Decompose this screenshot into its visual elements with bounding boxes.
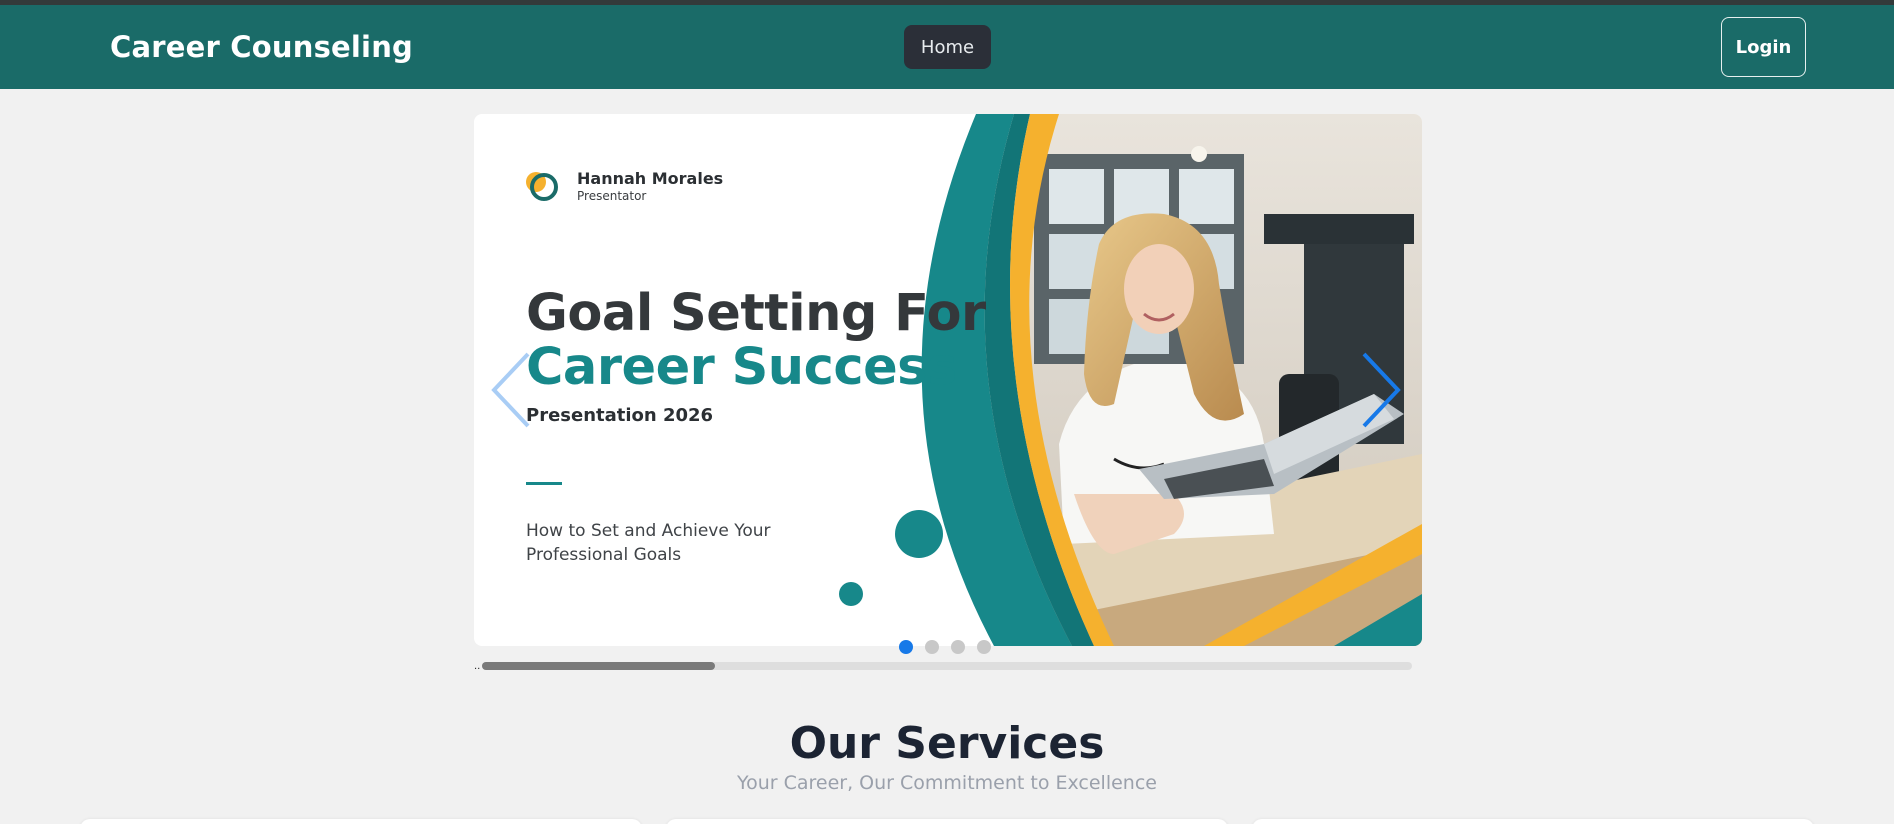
service-card[interactable]	[1252, 819, 1814, 824]
slide-description: How to Set and Achieve Your Professional…	[526, 521, 771, 565]
chevron-right-icon[interactable]	[1358, 350, 1402, 430]
slide-title-line1: Goal Setting For	[526, 284, 986, 343]
presenter-name: Hannah Morales	[577, 169, 724, 188]
pagination-dot-4[interactable]	[977, 640, 991, 654]
services-title: Our Services	[789, 718, 1105, 769]
carousel-scrollbar[interactable]	[482, 662, 1412, 670]
pagination-dot-2[interactable]	[925, 640, 939, 654]
slide-subtitle: Presentation 2026	[526, 405, 714, 426]
chevron-left-icon[interactable]	[490, 350, 534, 430]
carousel-pagination	[899, 640, 991, 654]
slide-title-line2: Career Success	[526, 338, 957, 397]
presenter-role: Presentator	[577, 189, 647, 203]
service-card[interactable]	[80, 819, 642, 824]
pagination-dot-1[interactable]	[899, 640, 913, 654]
pagination-dot-3[interactable]	[951, 640, 965, 654]
login-button[interactable]: Login	[1721, 17, 1806, 77]
navbar: Career Counseling Home Login	[0, 5, 1894, 89]
presenter-info: Hannah Morales Presentator	[577, 169, 723, 203]
service-card[interactable]	[666, 819, 1228, 824]
hero-carousel: Hannah Morales Presentator Goal Setting …	[474, 114, 1422, 646]
services-subtitle: Your Career, Our Commitment to Excellenc…	[737, 772, 1157, 794]
scrollbar-thumb[interactable]	[482, 662, 715, 670]
brand-title[interactable]: Career Counseling	[110, 30, 413, 64]
scroll-grip-icon: ..	[474, 661, 481, 672]
home-button[interactable]: Home	[904, 25, 991, 69]
